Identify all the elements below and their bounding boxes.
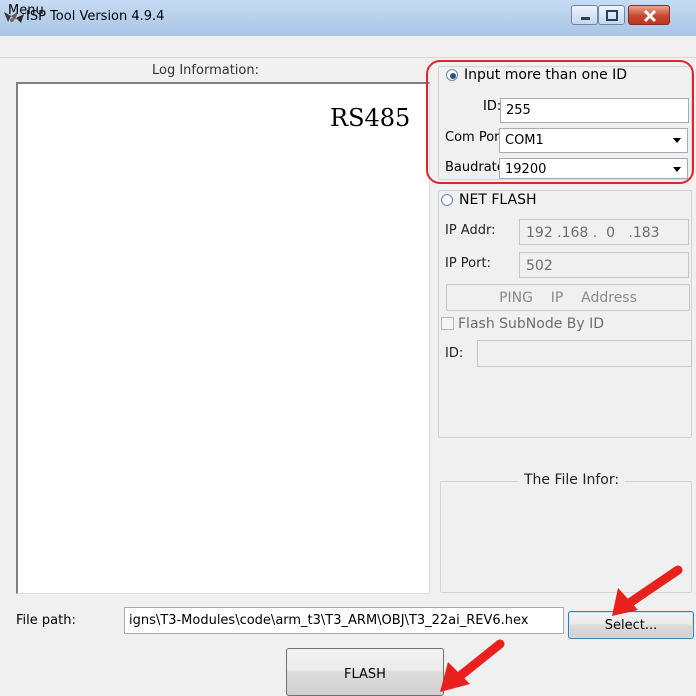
menu-item-menu[interactable]: Menu: [8, 3, 44, 18]
subnode-id-input[interactable]: [477, 340, 692, 367]
maximize-button[interactable]: [598, 5, 625, 25]
log-textarea[interactable]: [16, 82, 430, 594]
close-button[interactable]: [628, 5, 670, 25]
chevron-down-icon: [673, 167, 681, 172]
flash-subnode-label[interactable]: Flash SubNode By ID: [458, 316, 604, 332]
com-port-select[interactable]: COM1: [499, 128, 688, 153]
com-port-value: COM1: [505, 133, 544, 148]
id-label: ID:: [483, 99, 502, 114]
ip-port-label: IP Port:: [445, 256, 491, 271]
radio-input-multiple-id-label[interactable]: Input more than one ID: [464, 67, 627, 83]
file-path-label: File path:: [16, 613, 76, 628]
id-input[interactable]: 255: [500, 98, 689, 123]
annotation-arrow-icon: [440, 639, 505, 692]
window-title: ISP Tool Version 4.9.4: [26, 9, 165, 24]
annotation-arrow-icon: [612, 565, 683, 616]
ip-address-input[interactable]: 192 .168 . 0 .183: [519, 219, 689, 245]
radio-input-multiple-id[interactable]: [446, 69, 458, 81]
radio-net-flash[interactable]: [441, 194, 453, 206]
file-path-input[interactable]: igns\T3-Modules\code\arm_t3\T3_ARM\OBJ\T…: [124, 607, 564, 634]
file-info-legend: The File Infor:: [518, 472, 626, 488]
flash-subnode-checkbox[interactable]: [441, 317, 454, 330]
ip-port-input[interactable]: 502: [519, 252, 689, 278]
ping-ip-button[interactable]: PING IP Address: [446, 284, 690, 311]
menu-bar: [0, 36, 696, 58]
rs485-annotation: RS485: [330, 104, 411, 132]
baudrate-value: 19200: [505, 162, 547, 177]
close-icon: [643, 9, 657, 23]
radio-net-flash-label[interactable]: NET FLASH: [459, 192, 537, 208]
subnode-id-label: ID:: [445, 346, 464, 361]
flash-button[interactable]: FLASH: [286, 648, 444, 696]
log-label: Log Information:: [152, 63, 259, 78]
ip-address-label: IP Addr:: [445, 223, 496, 238]
baudrate-select[interactable]: 19200: [499, 158, 688, 179]
minimize-button[interactable]: [571, 5, 598, 25]
chevron-down-icon: [673, 138, 681, 143]
